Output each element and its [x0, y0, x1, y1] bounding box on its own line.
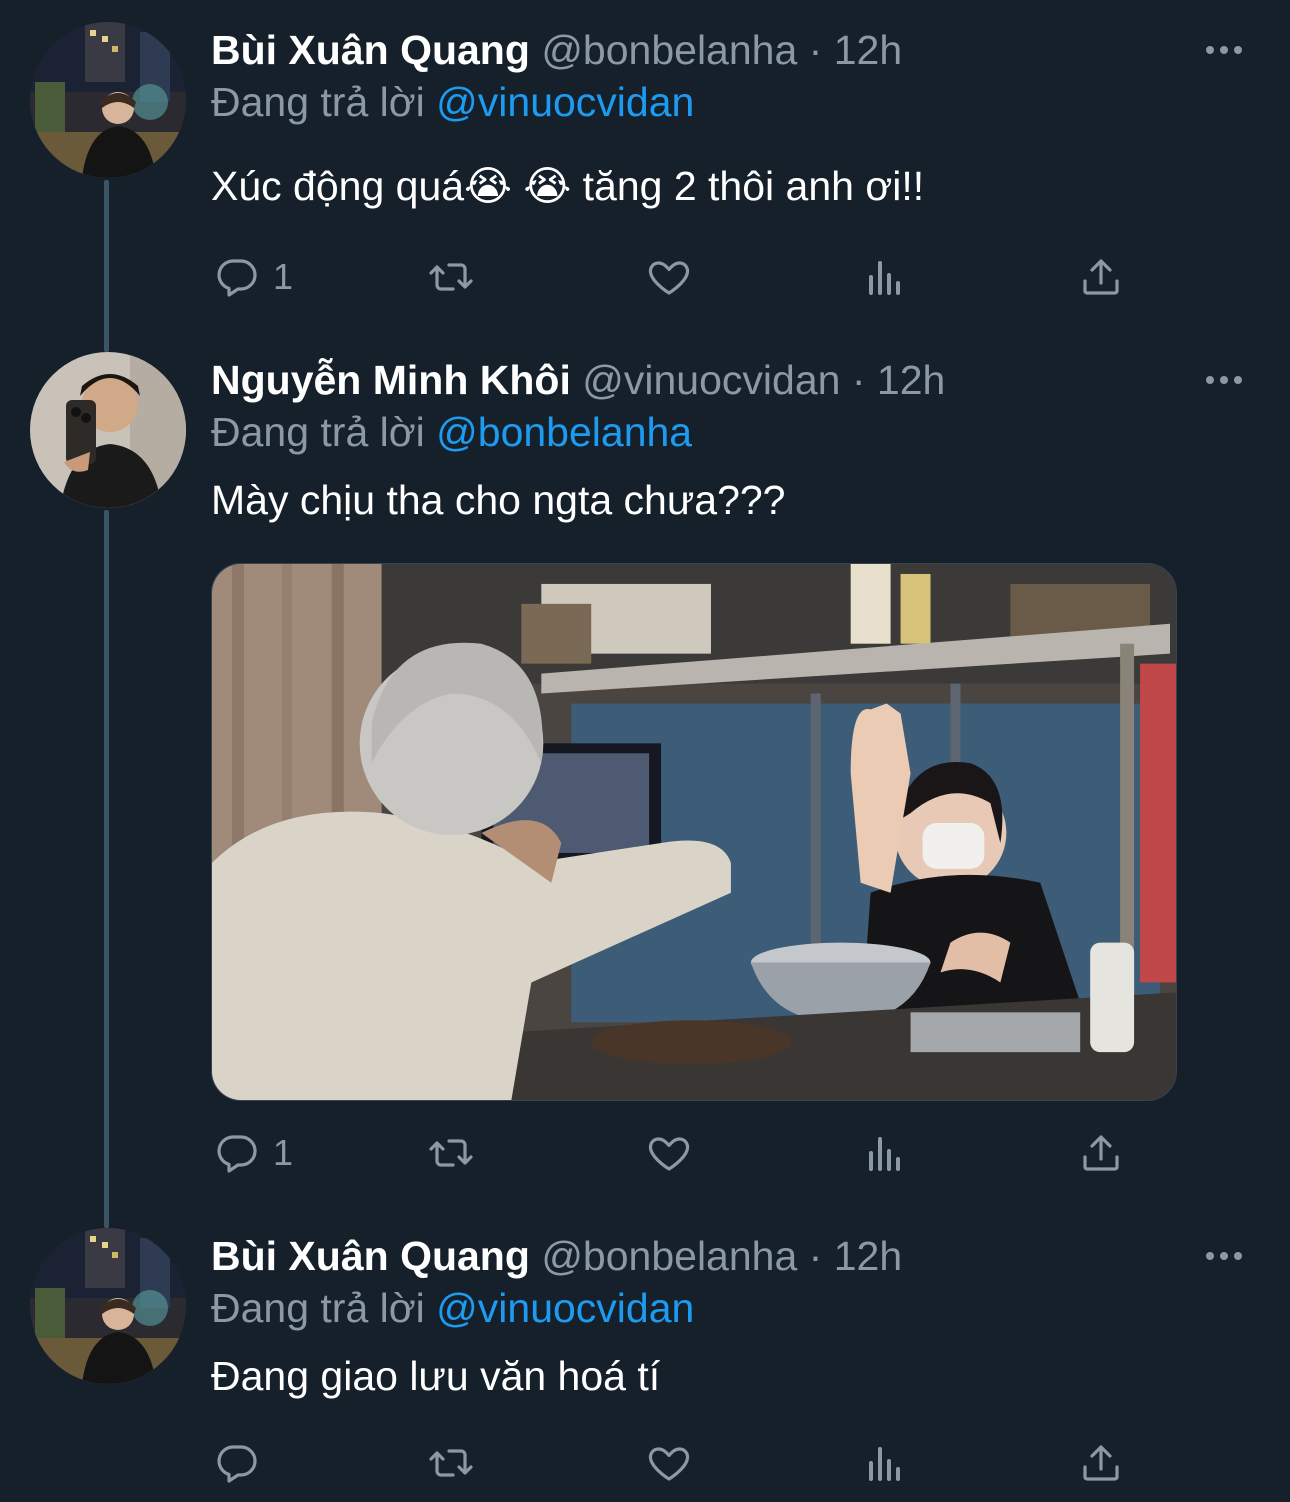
replying-to: Đang trả lời @vinuocvidan [211, 74, 694, 130]
reply-icon [217, 259, 257, 297]
share-icon [1083, 1445, 1119, 1481]
retweet-icon [429, 263, 473, 291]
share-icon [1083, 259, 1119, 295]
reply-button[interactable]: 1 [213, 252, 293, 302]
retweet-icon [429, 1139, 473, 1167]
share-button[interactable] [1077, 1128, 1125, 1178]
more-icon[interactable] [1206, 370, 1246, 390]
avatar-city-night-image [30, 1228, 186, 1384]
timestamp[interactable]: 12h [834, 27, 902, 73]
timestamp[interactable]: 12h [877, 357, 945, 403]
share-button[interactable] [1077, 1438, 1125, 1488]
tweet[interactable]: Bùi Xuân Quang @bonbelanha · 12h Đang tr… [0, 1228, 1290, 1502]
replying-to-label: Đang trả lời [211, 409, 425, 455]
display-name[interactable]: Nguyễn Minh Khôi [211, 357, 571, 403]
replying-to-label: Đang trả lời [211, 79, 425, 125]
like-icon [648, 1447, 690, 1481]
tweet[interactable]: Bùi Xuân Quang @bonbelanha · 12h Đang tr… [0, 22, 1290, 322]
retweet-icon [429, 1449, 473, 1477]
share-icon [1083, 1135, 1119, 1171]
reply-button[interactable] [213, 1438, 273, 1488]
analytics-icon [869, 261, 900, 295]
user-handle[interactable]: @bonbelanha [541, 1233, 797, 1279]
analytics-button[interactable] [861, 1438, 909, 1488]
like-icon [648, 261, 690, 295]
replying-to: Đang trả lời @vinuocvidan [211, 1280, 694, 1336]
user-avatar[interactable] [30, 22, 186, 178]
analytics-icon [869, 1447, 900, 1481]
tweet-text: Xúc động quá😭 😭 tăng 2 thôi anh ơi!! [211, 163, 925, 209]
reply-icon [217, 1445, 257, 1483]
replying-to-link[interactable]: @vinuocvidan [436, 1285, 694, 1331]
more-icon[interactable] [1206, 40, 1246, 60]
like-button[interactable] [645, 1438, 693, 1488]
display-name[interactable]: Bùi Xuân Quang [211, 1233, 530, 1279]
like-icon [648, 1137, 690, 1171]
separator-dot: · [808, 27, 823, 73]
replying-to-label: Đang trả lời [211, 1285, 425, 1331]
replying-to-link[interactable]: @bonbelanha [436, 409, 692, 455]
retweet-button[interactable] [427, 1128, 475, 1178]
avatar-mirror-selfie-image [30, 352, 186, 508]
user-avatar[interactable] [30, 352, 186, 508]
tweet-media-photo[interactable] [211, 563, 1177, 1101]
separator-dot: · [808, 1233, 823, 1279]
reply-count: 1 [273, 1132, 294, 1173]
tweet-text: Mày chịu tha cho ngta chưa??? [211, 477, 786, 523]
more-icon[interactable] [1206, 1246, 1246, 1266]
retweet-button[interactable] [427, 252, 475, 302]
share-button[interactable] [1077, 252, 1125, 302]
tweet-actions: 1 [211, 1128, 1131, 1178]
photo-high-five-kitchen [212, 564, 1176, 1100]
separator-dot: · [851, 357, 866, 403]
tweet-header: Bùi Xuân Quang @bonbelanha · 12h [211, 1228, 902, 1284]
tweet-header: Nguyễn Minh Khôi @vinuocvidan · 12h [211, 352, 945, 408]
tweet-actions: 1 [211, 252, 1131, 302]
reply-icon [217, 1135, 257, 1173]
retweet-button[interactable] [427, 1438, 475, 1488]
user-avatar[interactable] [30, 1228, 186, 1384]
user-handle[interactable]: @bonbelanha [541, 27, 797, 73]
user-handle[interactable]: @vinuocvidan [582, 357, 840, 403]
analytics-button[interactable] [861, 252, 909, 302]
timestamp[interactable]: 12h [834, 1233, 902, 1279]
replying-to-link[interactable]: @vinuocvidan [436, 79, 694, 125]
tweet-text: Đang giao lưu văn hoá tí [211, 1353, 661, 1399]
reply-count: 1 [273, 256, 294, 297]
analytics-icon [869, 1137, 900, 1171]
conversation-thread: Bùi Xuân Quang @bonbelanha · 12h Đang tr… [0, 0, 1290, 1502]
like-button[interactable] [645, 1128, 693, 1178]
display-name[interactable]: Bùi Xuân Quang [211, 27, 530, 73]
tweet-header: Bùi Xuân Quang @bonbelanha · 12h [211, 22, 902, 78]
replying-to: Đang trả lời @bonbelanha [211, 404, 692, 460]
tweet-actions [211, 1438, 1131, 1488]
like-button[interactable] [645, 252, 693, 302]
reply-button[interactable]: 1 [213, 1128, 293, 1178]
avatar-city-night-image [30, 22, 186, 178]
analytics-button[interactable] [861, 1128, 909, 1178]
